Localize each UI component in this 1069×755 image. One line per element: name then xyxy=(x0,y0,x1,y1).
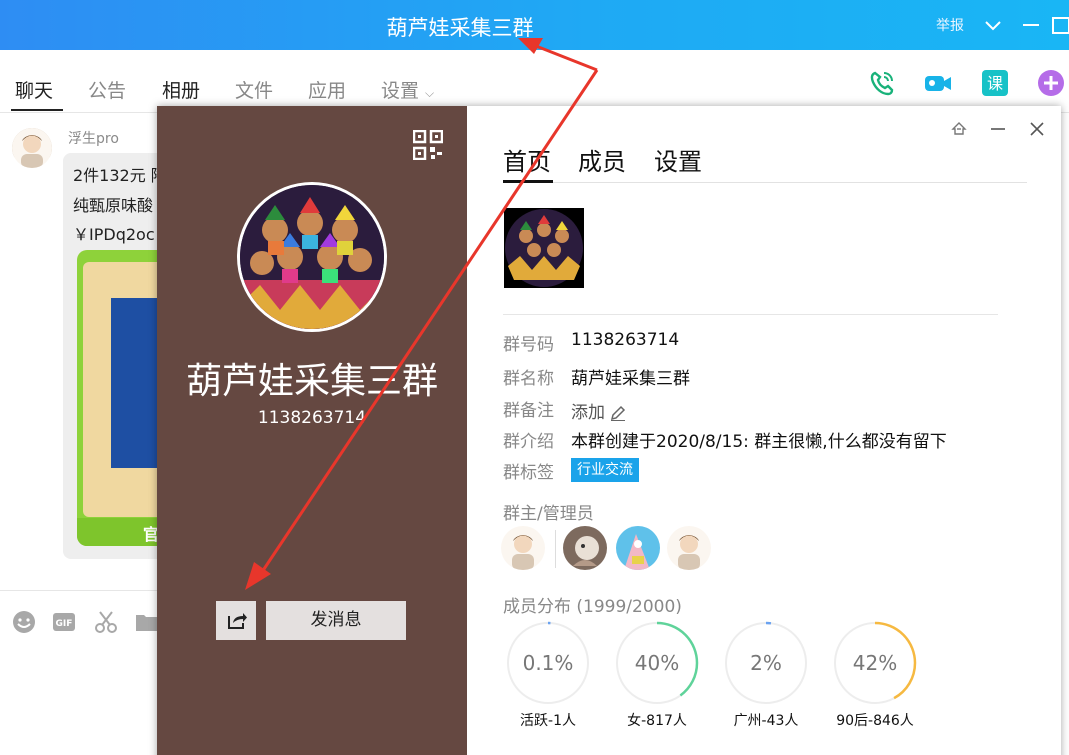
admin-avatar-image xyxy=(616,526,660,570)
divider xyxy=(503,182,1027,183)
tab-group-settings[interactable]: 设置 xyxy=(654,142,702,177)
add-app-icon[interactable] xyxy=(1036,68,1066,98)
svg-text:课: 课 xyxy=(987,74,1003,93)
group-name-value: 葫芦娃采集三群 xyxy=(571,369,690,389)
group-id: 1138263714 xyxy=(257,408,367,428)
svg-text:GIF: GIF xyxy=(56,619,73,629)
divider xyxy=(503,314,998,315)
sender-name: 浮生pro xyxy=(68,131,119,147)
share-button[interactable] xyxy=(216,601,256,640)
message-line: ￥IPDq2oc xyxy=(73,225,155,244)
add-remark-link[interactable]: 添加 xyxy=(571,398,627,423)
calabash-brothers-image xyxy=(240,185,384,329)
tab-members[interactable]: 成员 xyxy=(578,142,626,177)
admin-avatar[interactable] xyxy=(667,526,711,570)
tab-home[interactable]: 首页 xyxy=(503,142,551,177)
pin-icon[interactable] xyxy=(950,120,968,138)
active-tab-indicator xyxy=(11,109,63,111)
active-tab-indicator xyxy=(503,180,553,183)
stat-ring[interactable]: 0.1% xyxy=(505,620,591,706)
stat-value: 40% xyxy=(634,651,680,675)
tab-album[interactable]: 相册 xyxy=(162,76,200,103)
stat-value: 42% xyxy=(852,651,898,675)
member-distribution-title: 成员分布 (1999/2000) xyxy=(503,592,682,617)
avatar-image xyxy=(12,128,52,168)
minimize-icon[interactable] xyxy=(989,120,1007,138)
window-title: 葫芦娃采集三群 xyxy=(386,16,534,40)
group-id-value: 1138263714 xyxy=(571,330,680,350)
group-tag-label: 群标签 xyxy=(503,463,554,483)
message-line: 2件132元 降 xyxy=(73,166,167,185)
group-tag-badge[interactable]: 行业交流 xyxy=(571,458,639,482)
edit-pencil-icon xyxy=(610,405,626,421)
gif-icon[interactable]: GIF xyxy=(52,610,76,634)
close-icon[interactable] xyxy=(1028,120,1046,138)
divider xyxy=(0,590,160,591)
admins-title: 群主/管理员 xyxy=(503,504,594,524)
group-card-dialog: 葫芦娃采集三群 1138263714 发消息 首页 成员 设置 群号码 1138… xyxy=(157,106,1061,755)
tab-chat[interactable]: 聊天 xyxy=(15,76,53,103)
scissors-icon[interactable] xyxy=(94,610,118,634)
group-card-right-panel: 首页 成员 设置 群号码 1138263714 群名称 葫芦娃采集三群 群备注 … xyxy=(467,106,1061,755)
group-card-left-panel: 葫芦娃采集三群 1138263714 发消息 xyxy=(157,106,467,755)
tab-settings-label: 设置 xyxy=(381,80,420,102)
stat-value: 2% xyxy=(750,651,782,675)
emoji-icon[interactable] xyxy=(12,610,36,634)
group-intro-value: 本群创建于2020/8/15: 群主很懒,什么都没有留下 xyxy=(571,432,947,452)
group-remark-label: 群备注 xyxy=(503,401,554,421)
send-message-button[interactable]: 发消息 xyxy=(266,601,406,640)
stat-ring[interactable]: 42% xyxy=(832,620,918,706)
video-call-icon[interactable] xyxy=(923,68,953,98)
avatar[interactable] xyxy=(12,128,52,168)
group-name: 葫芦娃采集三群 xyxy=(185,361,438,402)
group-name-label: 群名称 xyxy=(503,369,554,389)
group-avatar[interactable] xyxy=(237,182,387,332)
maximize-icon[interactable] xyxy=(1050,14,1069,36)
stat-value: 0.1% xyxy=(522,651,574,675)
stat-caption: 广州-43人 xyxy=(733,713,799,729)
message-line: 纯甄原味酸 xyxy=(73,196,154,215)
minimize-icon[interactable] xyxy=(1020,14,1042,36)
group-avatar-thumbnail[interactable] xyxy=(504,208,584,288)
admin-avatar-image xyxy=(667,526,711,570)
group-intro-label: 群介绍 xyxy=(503,432,554,452)
folder-icon[interactable] xyxy=(135,610,159,634)
distribution-count: (1999/2000) xyxy=(576,597,682,617)
chevron-down-icon: ⌵ xyxy=(425,86,435,100)
stat-caption: 90后-846人 xyxy=(836,713,914,729)
qr-code-icon[interactable] xyxy=(413,130,443,160)
divider xyxy=(555,530,556,568)
tab-apps[interactable]: 应用 xyxy=(308,76,346,103)
tab-files[interactable]: 文件 xyxy=(235,76,273,103)
stat-caption: 女-817人 xyxy=(627,713,687,729)
stat-caption: 活跃-1人 xyxy=(520,713,576,729)
course-icon[interactable]: 课 xyxy=(980,68,1010,98)
stat-ring[interactable]: 40% xyxy=(614,620,700,706)
distribution-label: 成员分布 xyxy=(503,597,571,617)
admin-avatar[interactable] xyxy=(616,526,660,570)
report-button[interactable]: 举报 xyxy=(936,15,964,35)
voice-call-icon[interactable] xyxy=(867,68,897,98)
tab-settings[interactable]: 设置 ⌵ xyxy=(381,76,434,103)
title-bar: 葫芦娃采集三群 举报 xyxy=(0,0,1069,50)
admin-avatar[interactable] xyxy=(501,526,545,570)
admin-avatar-image xyxy=(501,526,545,570)
tab-bar: 聊天 公告 相册 文件 应用 设置 ⌵ xyxy=(0,62,1069,112)
tab-announcement[interactable]: 公告 xyxy=(88,76,126,103)
admin-avatar[interactable] xyxy=(563,526,607,570)
share-icon xyxy=(228,613,247,629)
chevron-down-icon[interactable] xyxy=(982,14,1004,36)
calabash-brothers-image xyxy=(505,209,583,287)
group-id-label: 群号码 xyxy=(503,335,554,355)
stat-ring[interactable]: 2% xyxy=(723,620,809,706)
admin-avatar-image xyxy=(563,526,607,570)
add-remark-label: 添加 xyxy=(571,403,605,423)
